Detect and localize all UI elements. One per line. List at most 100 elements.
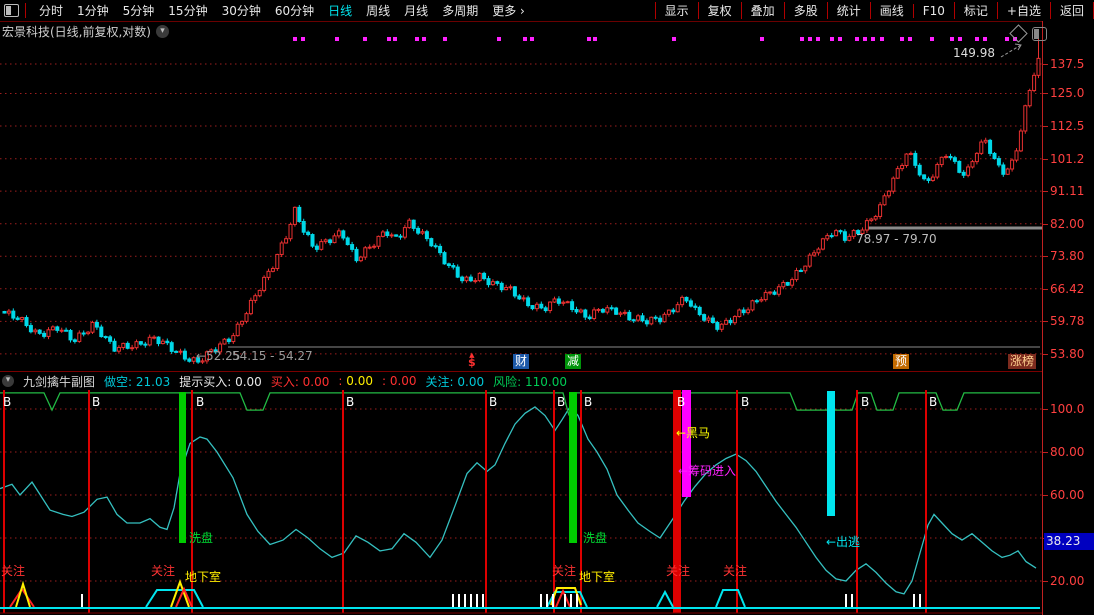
event-dot [393,37,397,41]
event-dot [830,37,834,41]
period-tab-1分钟[interactable]: 1分钟 [70,2,116,19]
indicator-name: 九剑擒牛副图 [23,374,96,389]
chart-title-bar: 宏景科技(日线,前复权,对数) ▾ [2,23,169,40]
buy-mark-b: B [196,395,205,409]
action-标记[interactable]: 标记 [953,2,997,19]
period-tab-5分钟[interactable]: 5分钟 [116,2,162,19]
main-candlestick-chart[interactable] [0,21,1042,370]
event-dot [983,37,987,41]
peak-price-label: 149.98 [953,46,995,60]
chevron-down-icon[interactable]: ▾ [2,375,14,387]
axis-tick [1043,223,1048,225]
axis-tick [1043,353,1048,355]
action-+自选[interactable]: +自选 [996,2,1050,19]
price-axis: 137.5 125.0 112.5 101.2 91.11 82.00 73.80 66.42… [1042,21,1094,615]
period-tab-周线[interactable]: 周线 [359,2,397,19]
bottom-signal-shape [715,589,746,608]
indicator-axis-label: 100.0 [1050,402,1085,416]
action-返回[interactable]: 返回 [1049,2,1094,19]
buy-mark-b: B [346,395,355,409]
watch-label: 关注 [666,564,691,578]
axis-tick [1043,93,1048,95]
event-tag-$[interactable]: ▲ $ [468,352,476,369]
indicator-field: : 0.00 [338,374,373,388]
chevron-down-icon[interactable]: ▾ [156,25,169,38]
event-tag-涨榜[interactable]: 涨榜 [1008,354,1037,369]
event-dot [800,37,804,41]
period-tab-30分钟[interactable]: 30分钟 [215,2,268,19]
event-dot [1005,37,1009,41]
event-dot [871,37,875,41]
buy-mark-b: B [92,395,101,409]
event-dot [497,37,501,41]
axis-tick [1043,158,1048,160]
bottom-signal-shape [555,588,571,608]
resistance-range-label: 78.97 - 79.70 [856,232,937,246]
indicator-chart[interactable] [0,390,1042,614]
axis-tick [1043,495,1048,496]
buy-mark-b: B [929,395,938,409]
event-dot [363,37,367,41]
event-dot [593,37,597,41]
price-axis-label: 73.80 [1050,249,1085,264]
event-dot [293,37,297,41]
event-dot [863,37,867,41]
action-显示[interactable]: 显示 [654,2,698,19]
action-统计[interactable]: 统计 [826,2,870,19]
price-axis-label: 82.00 [1050,216,1085,231]
price-axis-label: 137.5 [1050,57,1085,71]
period-tab-15分钟[interactable]: 15分钟 [161,2,214,19]
event-tag-减[interactable]: 减 [565,354,582,369]
event-dot [908,37,912,41]
event-dot [930,37,934,41]
event-dot [975,37,979,41]
event-dot [672,37,676,41]
watch-label: 关注 [723,564,748,578]
event-dot [838,37,842,41]
event-dot [816,37,820,41]
action-多股[interactable]: 多股 [783,2,827,19]
indicator-field: 提示买入: 0.00 [179,374,262,389]
peak-arrowhead [1014,43,1022,51]
wash-label: 洗盘 [583,531,608,545]
action-画线[interactable]: 画线 [869,2,913,19]
axis-tick [1043,581,1048,582]
event-dot [587,37,591,41]
event-dot [443,37,447,41]
wash-bar [179,392,186,543]
action-复权[interactable]: 复权 [697,2,741,19]
indicator-header: ▾ 九剑擒牛副图 做空: 21.03 提示买入: 0.00 买入: 0.00 : 0.… [0,371,1044,390]
chart-title: 宏景科技(日线,前复权,对数) [2,25,151,39]
layout-icon[interactable] [4,4,19,17]
wash-bar [569,392,577,543]
price-axis-label: 53.80 [1050,346,1085,361]
indicator-field: 做空: 21.03 [104,374,171,389]
period-tab-分时[interactable]: 分时 [32,2,70,19]
panel-layout-icon[interactable] [1032,27,1047,41]
event-tag-财[interactable]: 财 [513,354,530,369]
axis-tick [1043,191,1048,193]
toolbar-actions: 显示 复权 叠加 多股 统计 画线 F10 标记 +自选 返回 [654,2,1094,19]
action-叠加[interactable]: 叠加 [740,2,784,19]
price-axis-label: 101.2 [1050,151,1085,166]
axis-tick [1043,452,1048,453]
buy-mark-b: B [861,395,870,409]
indicator-field: 买入: 0.00 [270,374,330,389]
indicator-axis-label: 20.00 [1050,574,1085,588]
event-dot [422,37,426,41]
basement-label: 地下室 [185,570,222,584]
price-axis-label: 125.0 [1050,86,1085,101]
darkhorse-label: ←黑马 [676,426,711,440]
event-dot [335,37,339,41]
period-tab-60分钟[interactable]: 60分钟 [268,2,321,19]
action-F10[interactable]: F10 [912,3,954,18]
event-tag-预[interactable]: 预 [893,354,910,369]
last-value-badge: 38.23 [1044,532,1094,550]
period-tab-日线[interactable]: 日线 [321,2,359,19]
period-tab-月线[interactable]: 月线 [397,2,435,19]
period-tab-多周期[interactable]: 多周期 [435,2,485,19]
event-dot [900,37,904,41]
period-tab-更多 ›[interactable]: 更多 › [485,2,532,19]
event-dot [950,37,954,41]
escape-bar [827,391,835,516]
